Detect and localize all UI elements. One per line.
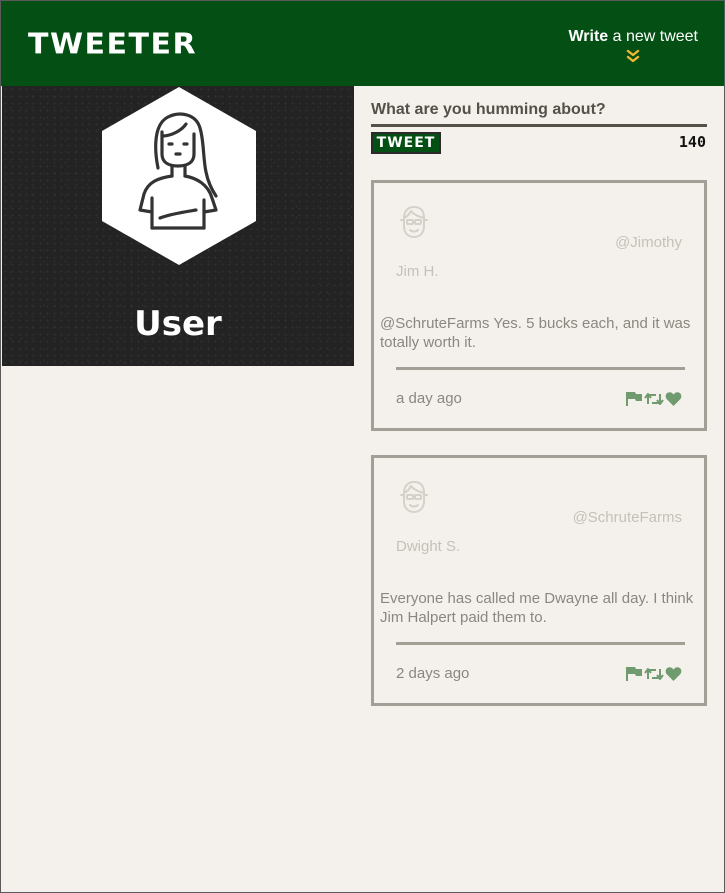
tweet-text: Everyone has called me Dwayne all day. I… bbox=[380, 590, 694, 626]
tweet-avatar-icon bbox=[400, 206, 428, 238]
compose-toggle-rest: a new tweet bbox=[608, 28, 698, 45]
tweet-actions bbox=[626, 665, 682, 683]
profile-panel: User bbox=[2, 86, 354, 366]
tweet-card: @SchruteFarms Dwight S. Everyone has cal… bbox=[371, 455, 707, 706]
double-chevron-down-icon bbox=[627, 49, 640, 63]
compose-toggle-label: Write a new tweet bbox=[568, 28, 698, 46]
profile-name: User bbox=[134, 304, 222, 344]
tweet-card: @Jimothy Jim H. @SchruteFarms Yes. 5 buc… bbox=[371, 180, 707, 431]
retweet-icon[interactable] bbox=[644, 391, 664, 407]
top-nav: TWEETER Write a new tweet bbox=[1, 1, 724, 86]
tweet-divider bbox=[396, 642, 685, 645]
tweet-timestamp: 2 days ago bbox=[396, 665, 470, 682]
flag-icon[interactable] bbox=[626, 666, 643, 682]
tweet-handle[interactable]: @SchruteFarms bbox=[573, 509, 682, 526]
retweet-icon[interactable] bbox=[644, 666, 664, 682]
tweet-avatar-icon bbox=[400, 481, 428, 513]
heart-icon[interactable] bbox=[665, 391, 682, 407]
tweet-divider bbox=[396, 367, 685, 370]
tweet-handle[interactable]: @Jimothy bbox=[615, 234, 682, 251]
compose-toggle-bold: Write bbox=[568, 28, 609, 45]
flag-icon[interactable] bbox=[626, 391, 643, 407]
char-counter: 140 bbox=[678, 133, 706, 151]
tweet-author-name: Jim H. bbox=[396, 263, 439, 280]
heart-icon[interactable] bbox=[665, 666, 682, 682]
tweet-timestamp: a day ago bbox=[396, 390, 462, 407]
user-avatar-icon bbox=[102, 87, 256, 265]
tweet-text-input[interactable] bbox=[371, 122, 707, 127]
composer-footer: TWEET 140 bbox=[371, 131, 707, 159]
compose-toggle[interactable]: Write a new tweet bbox=[568, 28, 698, 63]
brand-logo[interactable]: TWEETER bbox=[28, 28, 197, 61]
tweet-composer: What are you humming about? TWEET 140 bbox=[371, 98, 707, 159]
tweet-actions bbox=[626, 390, 682, 408]
tweet-text: @SchruteFarms Yes. 5 bucks each, and it … bbox=[380, 315, 691, 351]
tweet-button[interactable]: TWEET bbox=[371, 132, 441, 154]
composer-prompt: What are you humming about? bbox=[371, 101, 606, 118]
tweet-author-name: Dwight S. bbox=[396, 538, 461, 555]
